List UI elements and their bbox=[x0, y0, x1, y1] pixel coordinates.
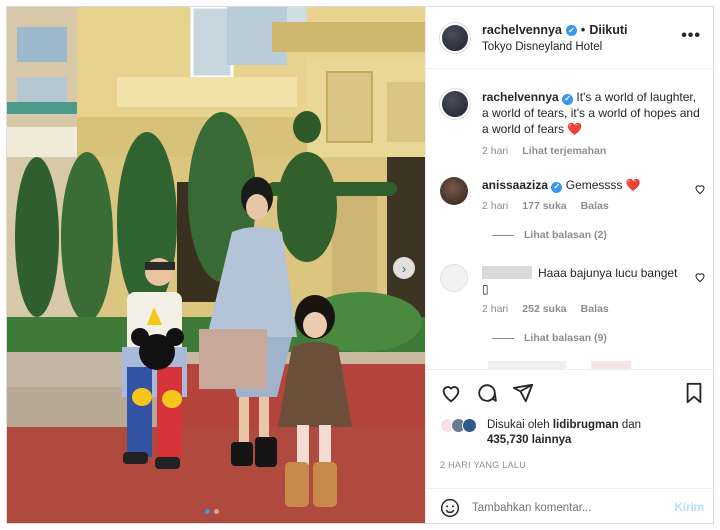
post-actions: Disukai oleh lidibrugman dan 435,730 lai… bbox=[426, 369, 713, 523]
carousel-indicator bbox=[205, 509, 219, 514]
comment-likes[interactable]: 252 suka bbox=[522, 303, 566, 315]
liker-avatars bbox=[440, 418, 477, 448]
comment-text-block: Haaa bajunya lucu banget bbox=[538, 265, 698, 281]
bookmark-icon[interactable] bbox=[684, 382, 704, 404]
replies-divider bbox=[492, 337, 514, 339]
reply-button[interactable]: Balas bbox=[581, 200, 609, 212]
caption-author-avatar[interactable] bbox=[440, 89, 470, 119]
liker-avatar[interactable] bbox=[462, 418, 477, 433]
author-avatar[interactable] bbox=[440, 23, 470, 53]
comment-text: Haaa bajunya lucu banget bbox=[538, 266, 678, 280]
carousel-dot-2 bbox=[214, 509, 219, 514]
likes-conj: dan bbox=[621, 419, 642, 431]
post-photo[interactable]: › bbox=[7, 7, 425, 523]
photo-illustration bbox=[7, 7, 425, 523]
send-comment-button[interactable]: Kirim bbox=[675, 502, 704, 514]
view-replies-link[interactable]: Lihat balasan (2) bbox=[492, 229, 607, 241]
like-heart-icon[interactable] bbox=[440, 382, 462, 404]
view-replies-label: Lihat balasan (9) bbox=[524, 332, 607, 344]
share-send-icon[interactable] bbox=[512, 382, 534, 404]
comment-like-heart-icon[interactable] bbox=[694, 183, 706, 195]
carousel-dot-1 bbox=[205, 509, 210, 514]
caption-heart-emoji: ❤️ bbox=[567, 122, 583, 136]
comment-meta: 2 hari 177 suka Balas bbox=[482, 200, 609, 212]
carousel-next-button[interactable]: › bbox=[393, 257, 415, 279]
partial-comment-placeholder bbox=[526, 361, 566, 369]
author-username[interactable]: rachelvennya bbox=[482, 23, 562, 37]
likes-text: Disukai oleh lidibrugman dan 435,730 lai… bbox=[487, 418, 641, 448]
caption-age[interactable]: 2 hari bbox=[482, 145, 508, 157]
replies-divider bbox=[492, 234, 514, 236]
likes-prefix: Disukai oleh bbox=[487, 419, 550, 431]
caption-username[interactable]: rachelvennya bbox=[482, 90, 559, 104]
comment-age[interactable]: 2 hari bbox=[482, 303, 508, 315]
see-translation-link[interactable]: Lihat terjemahan bbox=[522, 145, 606, 157]
more-horizontal-icon[interactable]: ••• bbox=[681, 27, 701, 45]
post-location[interactable]: Tokyo Disneyland Hotel bbox=[482, 41, 602, 53]
comment-verified-badge-icon: ✓ bbox=[551, 181, 563, 193]
caption-text-block: rachelvennya ✓ It's a world of laughter,… bbox=[482, 89, 702, 137]
comments-list[interactable]: rachelvennya ✓ It's a world of laughter,… bbox=[426, 69, 713, 369]
action-icons bbox=[440, 382, 534, 404]
comment-avatar[interactable] bbox=[440, 177, 468, 205]
following-button[interactable]: Diikuti bbox=[589, 23, 627, 37]
comment-text: Gemessss bbox=[565, 178, 623, 192]
likes-count[interactable]: 435,730 lainnya bbox=[487, 434, 571, 446]
view-replies-label: Lihat balasan (2) bbox=[524, 229, 607, 241]
emoji-icon[interactable] bbox=[440, 498, 460, 518]
comment-like-heart-icon[interactable] bbox=[694, 271, 706, 283]
caption-meta: 2 hari Lihat terjemahan bbox=[482, 145, 606, 157]
comment-username[interactable]: anissaaziza bbox=[482, 178, 548, 192]
comment-meta: 2 hari 252 suka Balas bbox=[482, 303, 609, 315]
likes-summary: Disukai oleh lidibrugman dan 435,730 lai… bbox=[440, 418, 641, 448]
comment-text-block: anissaaziza ✓ Gemessss ❤️ bbox=[482, 177, 682, 193]
post-modal: › rachelvennya ✓ • Diikuti Tokyo Disneyl… bbox=[6, 6, 714, 524]
comment-trailing-glyph: ▯ bbox=[482, 282, 489, 296]
add-comment-input[interactable] bbox=[472, 501, 675, 514]
comment-age[interactable]: 2 hari bbox=[482, 200, 508, 212]
comment-likes[interactable]: 177 suka bbox=[522, 200, 566, 212]
view-replies-link[interactable]: Lihat balasan (9) bbox=[492, 332, 607, 344]
caption-verified-badge-icon: ✓ bbox=[562, 93, 574, 105]
verified-badge-icon: ✓ bbox=[565, 24, 577, 36]
post-header: rachelvennya ✓ • Diikuti Tokyo Disneylan… bbox=[426, 7, 713, 69]
add-comment-bar: Kirim bbox=[426, 488, 713, 523]
comment-bubble-icon[interactable] bbox=[476, 382, 498, 404]
comment-avatar[interactable] bbox=[440, 264, 468, 292]
liker-username[interactable]: lidibrugman bbox=[553, 419, 619, 431]
header-separator: • bbox=[580, 23, 586, 37]
post-side-panel: rachelvennya ✓ • Diikuti Tokyo Disneylan… bbox=[425, 7, 713, 523]
post-timestamp[interactable]: 2 HARI YANG LALU bbox=[440, 460, 526, 470]
author-line: rachelvennya ✓ • Diikuti bbox=[482, 23, 628, 37]
redacted-username bbox=[482, 266, 532, 279]
comment-heart-emoji: ❤️ bbox=[625, 178, 641, 192]
partial-comment-placeholder bbox=[591, 361, 631, 369]
reply-button[interactable]: Balas bbox=[581, 303, 609, 315]
